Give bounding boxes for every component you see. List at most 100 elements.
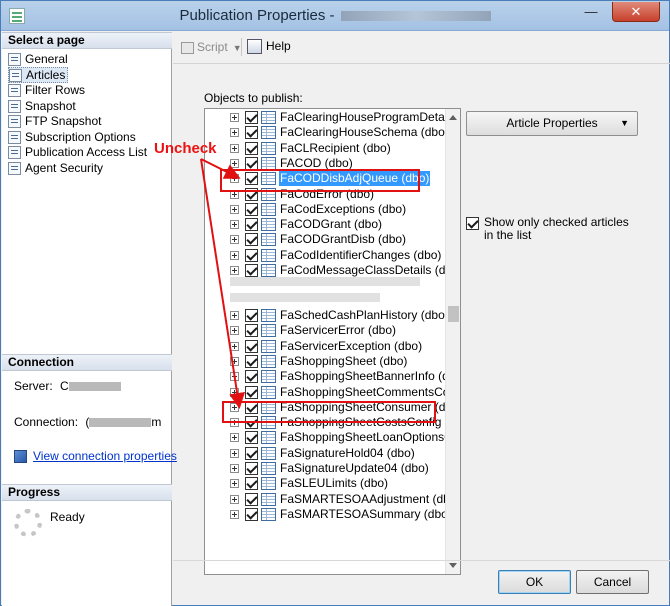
article-checkbox[interactable]	[245, 248, 258, 262]
expand-icon[interactable]	[230, 220, 239, 230]
article-checkbox[interactable]	[245, 141, 258, 155]
table-icon	[261, 385, 276, 399]
page-item-label: Subscription Options	[25, 129, 136, 144]
article-checkbox[interactable]	[245, 324, 258, 338]
expand-icon[interactable]	[230, 158, 239, 168]
help-button[interactable]: Help	[247, 39, 291, 55]
expand-icon[interactable]	[230, 433, 239, 443]
article-properties-label: Article Properties	[506, 116, 598, 130]
expand-icon[interactable]	[230, 189, 239, 199]
show-only-checked-checkbox[interactable]	[466, 217, 479, 230]
table-icon	[261, 172, 276, 186]
page-item-label: Articles	[26, 67, 66, 82]
article-checkbox[interactable]	[245, 233, 258, 247]
cancel-button[interactable]: Cancel	[576, 570, 649, 594]
article-checkbox[interactable]	[245, 264, 258, 277]
expand-icon[interactable]	[230, 341, 239, 351]
page-item[interactable]: General	[8, 51, 68, 67]
agent-icon	[8, 161, 21, 175]
expand-icon[interactable]	[230, 326, 239, 336]
article-checkbox[interactable]	[245, 507, 258, 521]
expand-icon[interactable]	[230, 402, 239, 412]
expand-icon[interactable]	[230, 174, 239, 184]
view-connection-properties[interactable]: View connection properties	[14, 449, 177, 464]
expand-icon[interactable]	[230, 266, 239, 275]
expand-icon[interactable]	[230, 372, 239, 382]
expand-icon[interactable]	[230, 464, 239, 473]
article-checkbox[interactable]	[245, 370, 258, 384]
article-checkbox[interactable]	[245, 202, 258, 216]
expand-icon[interactable]	[230, 479, 239, 489]
article-checkbox[interactable]	[245, 126, 258, 140]
expand-icon[interactable]	[230, 143, 239, 153]
page-item[interactable]: Filter Rows	[8, 82, 85, 98]
article-checkbox[interactable]	[245, 218, 258, 232]
title-bar[interactable]: Publication Properties - — ✕	[1, 1, 669, 31]
article-checkbox[interactable]	[245, 416, 258, 430]
expand-icon[interactable]	[230, 128, 239, 138]
article-checkbox[interactable]	[245, 446, 258, 460]
article-name: FaClearingHouseSchema (dbo)	[280, 125, 449, 140]
page-item-label: Agent Security	[25, 160, 104, 175]
scroll-down-icon[interactable]	[449, 563, 457, 568]
article-checkbox[interactable]	[245, 354, 258, 368]
table-icon	[261, 400, 276, 414]
connection-value-suffix: m	[151, 415, 162, 429]
article-name: FaServicerException (dbo)	[280, 338, 423, 353]
article-name: FaShoppingSheetCostsConfig (dbo)	[280, 415, 461, 430]
redacted-publication-name	[340, 11, 491, 22]
page-item[interactable]: Subscription Options	[8, 129, 136, 145]
connection-properties-icon	[14, 450, 27, 464]
script-button[interactable]: Script ▼	[181, 40, 242, 54]
article-checkbox[interactable]	[245, 309, 258, 322]
scroll-thumb[interactable]	[448, 306, 459, 322]
expand-icon[interactable]	[230, 494, 239, 504]
expand-icon[interactable]	[230, 387, 239, 397]
tree-scrollbar[interactable]	[445, 109, 460, 574]
page-item[interactable]: Agent Security	[8, 160, 103, 176]
page-item-label: Publication Access List	[25, 145, 148, 159]
article-checkbox[interactable]	[245, 156, 258, 170]
table-icon	[261, 507, 276, 521]
article-checkbox[interactable]	[245, 431, 258, 445]
expand-icon[interactable]	[230, 235, 239, 245]
show-only-checked-option[interactable]: Show only checked articles in the list	[466, 216, 636, 242]
table-icon	[261, 462, 276, 475]
scroll-up-icon[interactable]	[449, 115, 457, 120]
page-icon	[9, 68, 22, 82]
article-checkbox[interactable]	[245, 339, 258, 353]
page-item[interactable]: Articles	[8, 66, 69, 83]
view-connection-properties-link[interactable]: View connection properties	[33, 449, 177, 463]
left-panel: Select a page General Articles Filter Rows…	[2, 32, 177, 606]
ok-button[interactable]: OK	[498, 570, 571, 594]
page-item[interactable]: Publication Access List	[8, 144, 147, 160]
article-checkbox[interactable]	[245, 111, 258, 124]
expand-icon[interactable]	[230, 418, 239, 428]
article-checkbox[interactable]	[245, 385, 258, 399]
expand-icon[interactable]	[230, 509, 239, 519]
article-checkbox[interactable]	[245, 187, 258, 201]
table-icon	[261, 324, 276, 338]
expand-icon[interactable]	[230, 250, 239, 260]
article-checkbox[interactable]	[245, 462, 258, 475]
page-item[interactable]: FTP Snapshot	[8, 113, 102, 129]
article-checkbox[interactable]	[245, 477, 258, 491]
page-item[interactable]: Snapshot	[8, 98, 76, 114]
expand-icon[interactable]	[230, 204, 239, 214]
close-button[interactable]: ✕	[612, 2, 660, 22]
article-name: FaSchedCashPlanHistory (dbo)	[280, 308, 449, 322]
article-name: FaCodMessageClassDetails (dbo)	[280, 263, 461, 277]
expand-icon[interactable]	[230, 356, 239, 366]
article-checkbox[interactable]	[245, 492, 258, 506]
minimize-button[interactable]: —	[577, 2, 605, 22]
objects-tree[interactable]: FaClearingHouseProgramDetail (dbo FaClear…	[204, 108, 461, 575]
toolbar: Script ▼ Help	[173, 32, 670, 64]
expand-icon[interactable]	[230, 113, 239, 122]
expand-icon[interactable]	[230, 311, 239, 320]
article-properties-button[interactable]: Article Properties ▼	[466, 111, 638, 136]
table-icon	[261, 339, 276, 353]
article-checkbox[interactable]	[245, 400, 258, 414]
expand-icon[interactable]	[230, 448, 239, 458]
connection-row: Connection: (m	[14, 415, 161, 429]
article-checkbox[interactable]	[245, 172, 258, 186]
